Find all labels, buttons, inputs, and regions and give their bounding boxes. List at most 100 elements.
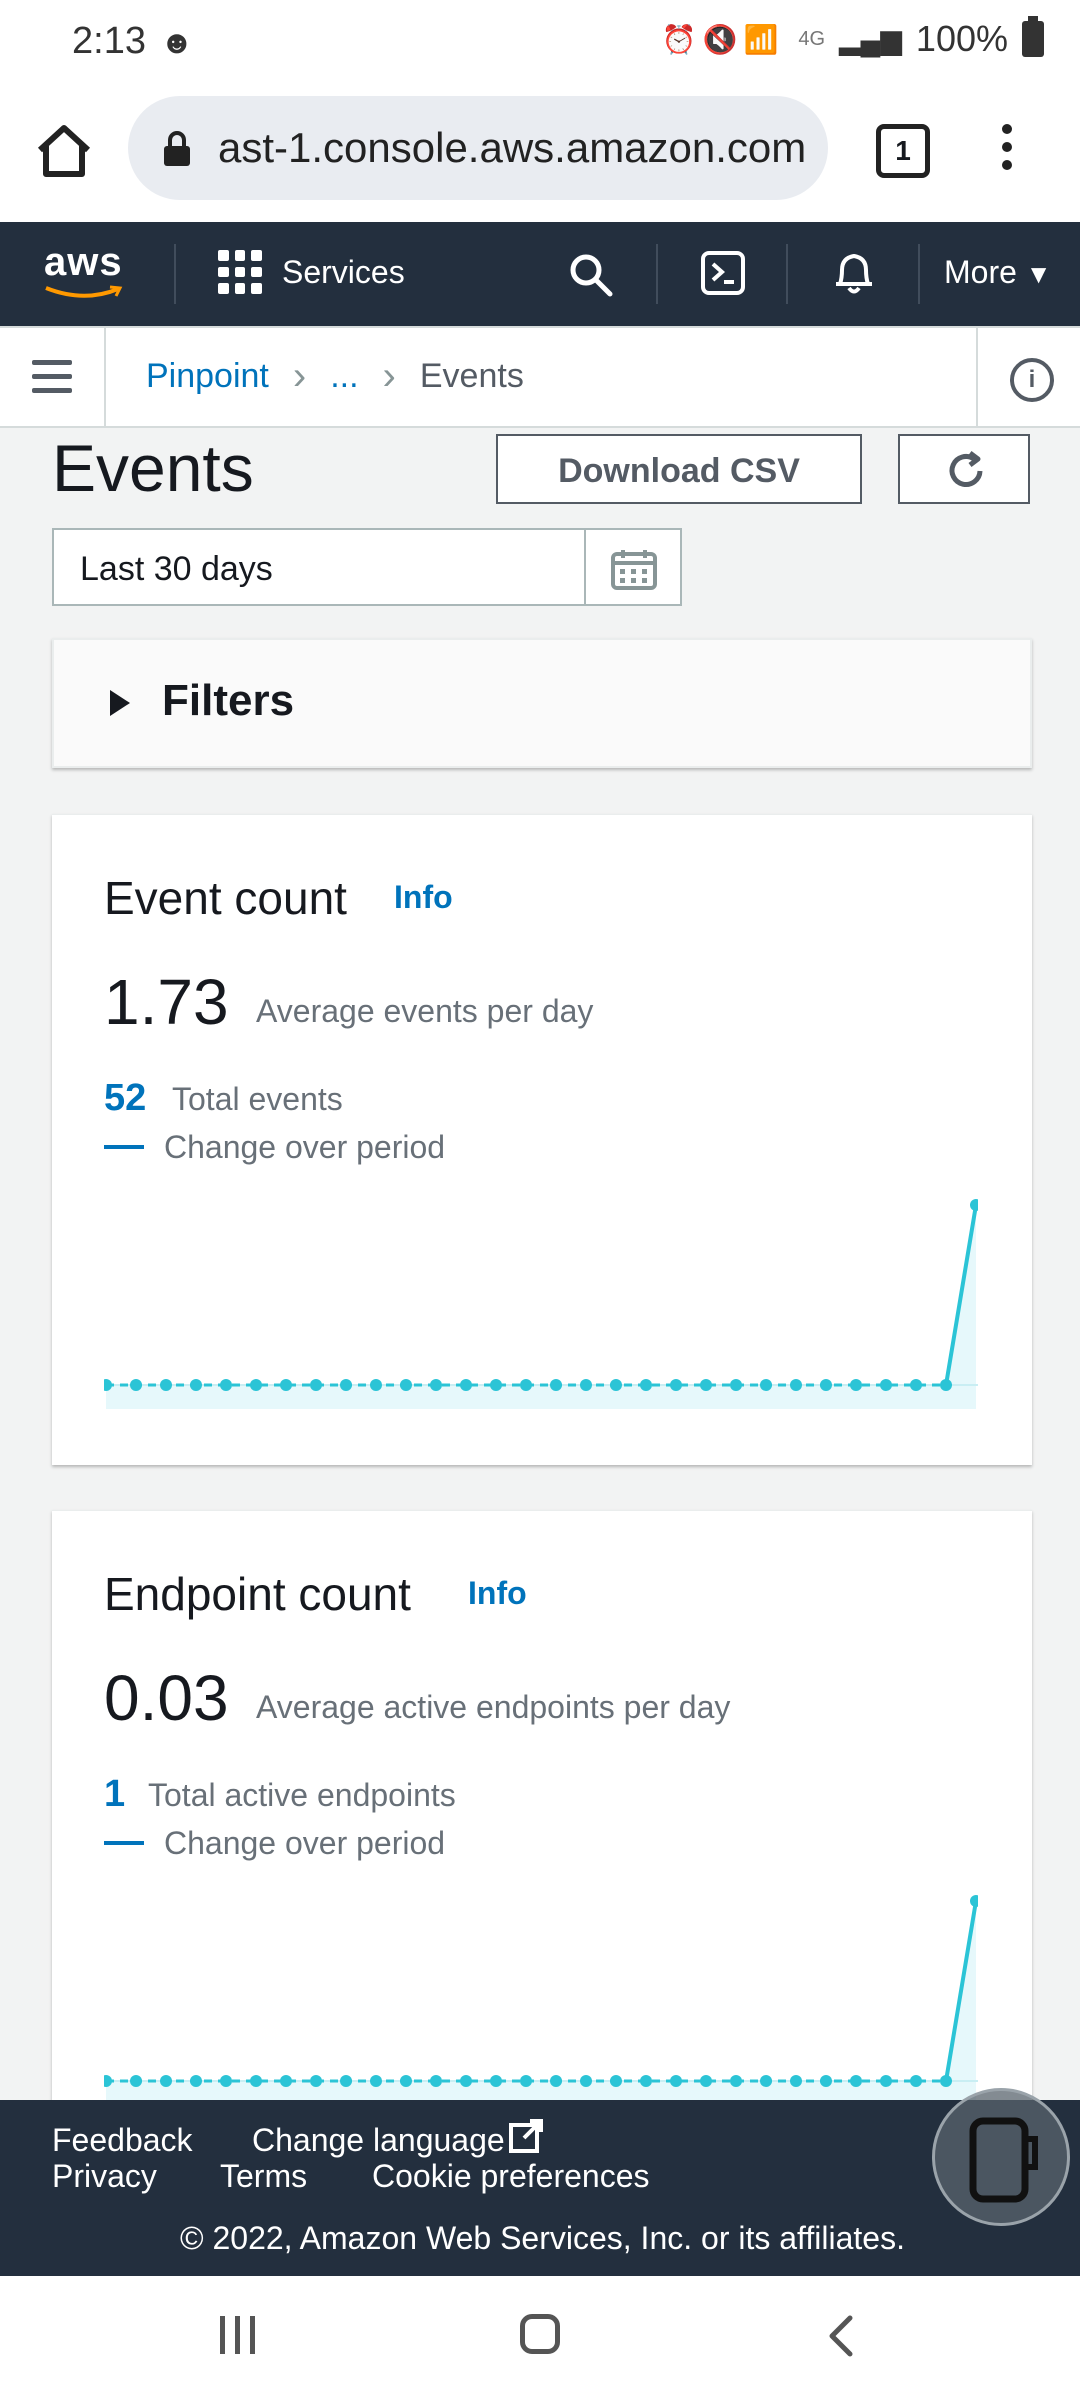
chart-point[interactable]: [400, 2075, 412, 2087]
chart-point[interactable]: [940, 2075, 952, 2087]
system-nav-bar: [0, 2276, 1080, 2400]
breadcrumb-ellipsis[interactable]: ...: [330, 357, 358, 396]
notifications-bell-icon[interactable]: [830, 248, 878, 298]
aws-logo[interactable]: aws: [44, 240, 134, 304]
chart-point[interactable]: [460, 2075, 472, 2087]
floating-device-button[interactable]: [932, 2088, 1070, 2226]
search-icon[interactable]: [566, 250, 614, 298]
recent-apps-icon[interactable]: [220, 2316, 255, 2354]
chart-point[interactable]: [730, 2075, 742, 2087]
chart-point[interactable]: [970, 1199, 978, 1211]
chart-point[interactable]: [520, 2075, 532, 2087]
chart-point[interactable]: [700, 1379, 712, 1391]
event-count-card: Event count Info 1.73 Average events per…: [52, 814, 1032, 1465]
total-label: Total events: [172, 1081, 343, 1117]
chart-point[interactable]: [490, 1379, 502, 1391]
chart-point[interactable]: [940, 1379, 952, 1391]
address-bar[interactable]: ast-1.console.aws.amazon.com: [128, 96, 828, 200]
chart-point[interactable]: [820, 2075, 832, 2087]
chart-point[interactable]: [550, 2075, 562, 2087]
chart-point[interactable]: [220, 1379, 232, 1391]
chart-point[interactable]: [610, 2075, 622, 2087]
chart-point[interactable]: [130, 2075, 142, 2087]
chart-point[interactable]: [190, 1379, 202, 1391]
signal-icon: ▂▄▆: [839, 23, 902, 55]
chart-point[interactable]: [220, 2075, 232, 2087]
chart-point[interactable]: [790, 1379, 802, 1391]
chart-series-line: [106, 1900, 978, 2083]
chart-point[interactable]: [700, 2075, 712, 2087]
chart-point[interactable]: [910, 1379, 922, 1391]
chart-point[interactable]: [760, 2075, 772, 2087]
chart-point[interactable]: [880, 1379, 892, 1391]
chart-point[interactable]: [550, 1379, 562, 1391]
breadcrumb-pinpoint[interactable]: Pinpoint: [146, 357, 269, 396]
chart-point[interactable]: [640, 1379, 652, 1391]
chart-point[interactable]: [490, 2075, 502, 2087]
chart-point[interactable]: [280, 1379, 292, 1391]
endpoint-count-card: Endpoint count Info 0.03 Average active …: [52, 1510, 1032, 2131]
browser-menu-icon[interactable]: [992, 118, 1022, 178]
info-link[interactable]: Info: [394, 879, 453, 916]
chart-point[interactable]: [430, 2075, 442, 2087]
chart-point[interactable]: [850, 2075, 862, 2087]
chart-point[interactable]: [670, 1379, 682, 1391]
info-panel-icon[interactable]: i: [1010, 358, 1054, 402]
date-range-picker[interactable]: Last 30 days: [52, 528, 682, 606]
chart-point[interactable]: [340, 1379, 352, 1391]
chart-point[interactable]: [820, 1379, 832, 1391]
services-menu[interactable]: Services: [218, 250, 405, 294]
card-title: Endpoint count: [104, 1568, 411, 1620]
chart-point[interactable]: [580, 1379, 592, 1391]
chart-point[interactable]: [250, 2075, 262, 2087]
chart-point[interactable]: [610, 1379, 622, 1391]
chart-point[interactable]: [880, 2075, 892, 2087]
average-value: 1.73: [104, 966, 229, 1038]
more-menu[interactable]: More ▼: [944, 254, 1052, 291]
tab-switcher-button[interactable]: 1: [876, 124, 930, 178]
change-language-link[interactable]: Change language: [252, 2122, 505, 2159]
chart-point[interactable]: [310, 2075, 322, 2087]
privacy-link[interactable]: Privacy: [52, 2158, 157, 2195]
chart-point[interactable]: [790, 2075, 802, 2087]
chart-point[interactable]: [250, 1379, 262, 1391]
info-link[interactable]: Info: [468, 1575, 527, 1612]
chart-point[interactable]: [640, 2075, 652, 2087]
chart-point[interactable]: [430, 1379, 442, 1391]
home-button-icon[interactable]: [520, 2314, 560, 2354]
chart-point[interactable]: [340, 2075, 352, 2087]
chart-point[interactable]: [310, 1379, 322, 1391]
back-icon[interactable]: [826, 2314, 856, 2358]
home-icon[interactable]: [34, 120, 94, 180]
chart-point[interactable]: [910, 2075, 922, 2087]
chart-point[interactable]: [670, 2075, 682, 2087]
hamburger-menu-icon[interactable]: [32, 360, 72, 402]
chart-point[interactable]: [760, 1379, 772, 1391]
filters-expander[interactable]: Filters: [52, 638, 1032, 768]
chart-point[interactable]: [190, 2075, 202, 2087]
chart-point[interactable]: [370, 1379, 382, 1391]
feedback-link[interactable]: Feedback: [52, 2122, 193, 2159]
chart-point[interactable]: [400, 1379, 412, 1391]
average-value: 0.03: [104, 1662, 229, 1734]
browser-toolbar: ast-1.console.aws.amazon.com 1: [0, 88, 1080, 222]
chart-point[interactable]: [370, 2075, 382, 2087]
cloudshell-icon[interactable]: [700, 250, 746, 296]
cookie-preferences-link[interactable]: Cookie preferences: [372, 2158, 649, 2195]
chart-point[interactable]: [520, 1379, 532, 1391]
chart-point[interactable]: [970, 1895, 978, 1907]
battery-icon: [1022, 16, 1044, 57]
refresh-button[interactable]: [898, 434, 1030, 504]
chart-point[interactable]: [130, 1379, 142, 1391]
chart-point[interactable]: [460, 1379, 472, 1391]
download-csv-button[interactable]: Download CSV: [496, 434, 862, 504]
chart-point[interactable]: [850, 1379, 862, 1391]
chart-point[interactable]: [160, 1379, 172, 1391]
calendar-icon[interactable]: [610, 548, 658, 590]
terms-link[interactable]: Terms: [220, 2158, 307, 2195]
chart-point[interactable]: [280, 2075, 292, 2087]
chart-point[interactable]: [580, 2075, 592, 2087]
chart-point[interactable]: [160, 2075, 172, 2087]
chart-point[interactable]: [730, 1379, 742, 1391]
more-label: More: [944, 254, 1017, 290]
